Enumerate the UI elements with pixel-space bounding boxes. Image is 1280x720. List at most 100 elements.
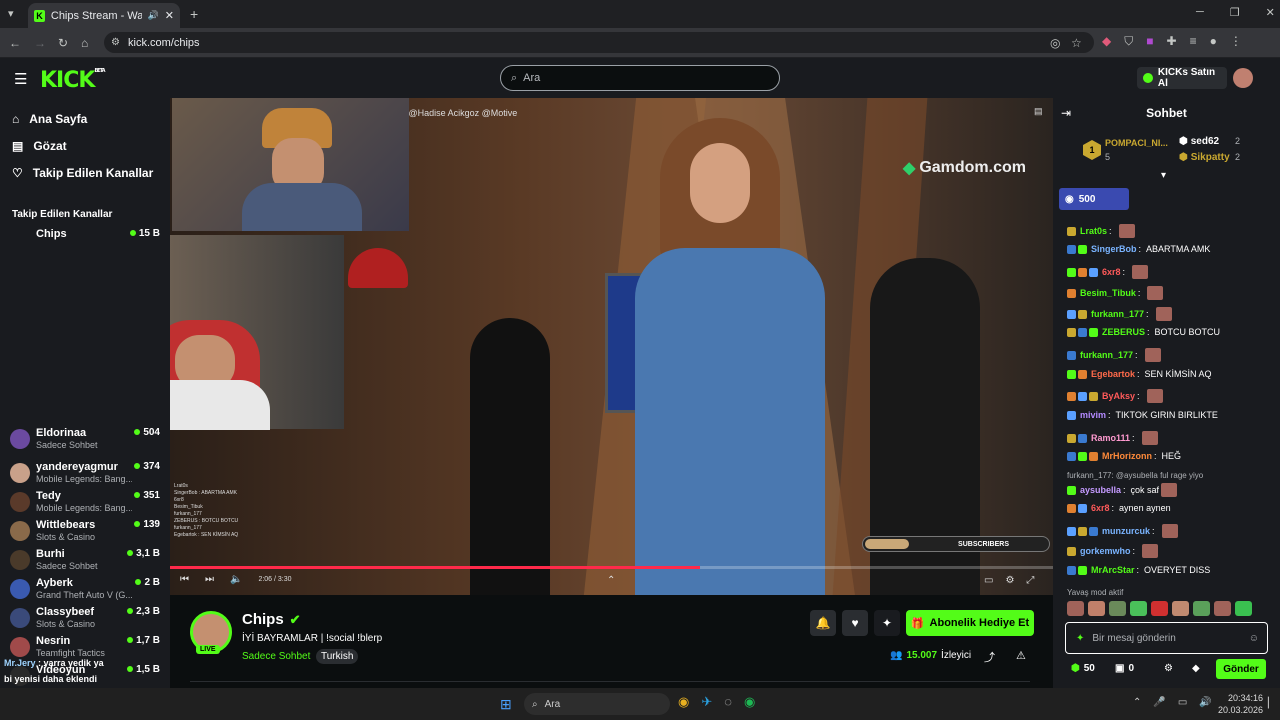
search-input[interactable]: ⌕ Ara [500, 65, 780, 91]
tab-close-icon[interactable]: ✕ [165, 9, 174, 22]
sidebar-channel-item[interactable]: Ayberk Grand Theft Auto V (G... 2 B [10, 577, 160, 606]
settings-icon[interactable]: ⚙ [1005, 575, 1014, 586]
tab-search-icon[interactable]: ▾ [8, 7, 14, 20]
expand-leaders-icon[interactable]: ▾ [1161, 170, 1166, 181]
menu-icon[interactable]: ⋮ [1230, 34, 1242, 49]
taskbar-search[interactable]: ⌕ Ara [524, 693, 670, 715]
forward-icon[interactable]: → [34, 36, 46, 50]
chat-username[interactable]: munzurcuk [1102, 526, 1150, 536]
chat-username[interactable]: furkann_177 [1080, 350, 1133, 360]
emote-icon[interactable] [1235, 601, 1252, 616]
emote-icon[interactable] [1109, 601, 1126, 616]
nav-home[interactable]: ⌂ Ana Sayfa [12, 112, 87, 126]
minimize-icon[interactable]: ─ [1196, 6, 1204, 19]
hamburger-menu-icon[interactable]: ☰ [14, 70, 27, 88]
chat-username[interactable]: Egebartok [1091, 369, 1135, 379]
gift-subscription-button[interactable]: 🎁 Abonelik Hediye Et [906, 610, 1034, 636]
emote-icon[interactable] [1193, 601, 1210, 616]
previous-icon[interactable]: ⏮ [180, 574, 189, 585]
maximize-icon[interactable]: ❐ [1230, 6, 1240, 19]
emote-icon[interactable] [1151, 601, 1168, 616]
stream-category[interactable]: Sadece Sohbet [242, 651, 310, 662]
chrome-icon[interactable]: ◉ [678, 694, 689, 710]
chat-username[interactable]: MrArcStar [1091, 565, 1135, 575]
kick-logo[interactable]: KICKBETA [40, 68, 106, 93]
kicks-goal-pill[interactable]: ◉ 500 [1059, 188, 1129, 210]
home-icon[interactable]: ⌂ [81, 36, 88, 50]
fullscreen-icon[interactable]: ⤢ [1026, 575, 1034, 586]
chat-username[interactable]: gorkemwho [1080, 546, 1131, 556]
sidebar-channel-item[interactable]: Burhi Sadece Sohbet 3,1 B [10, 548, 160, 577]
shield-icon[interactable]: ⛉ [1124, 34, 1133, 49]
sidebar-channel-chips[interactable]: Chips 15 B [10, 228, 160, 240]
windows-start-icon[interactable]: ⊞ [500, 696, 512, 713]
bookmark-star-icon[interactable]: ☆ [1071, 36, 1082, 50]
clock[interactable]: 20:34:16 20.03.2026 [1218, 692, 1263, 716]
sidebar-channel-item[interactable]: yandereyagmur Mobile Legends: Bang... 37… [10, 461, 160, 490]
chat-username[interactable]: ByAksy [1102, 391, 1135, 401]
nav-browse[interactable]: ▤ Gözat [12, 139, 67, 153]
chat-username[interactable]: furkann_177 [1091, 309, 1144, 319]
emote-icon[interactable] [1214, 601, 1231, 616]
emoji-icon[interactable]: ☺ [1249, 633, 1259, 644]
report-icon[interactable]: ⚠ [1016, 649, 1026, 662]
chat-username[interactable]: aysubella [1080, 485, 1121, 495]
send-button[interactable]: Gönder [1216, 659, 1266, 679]
sidebar-channel-item[interactable]: Wittlebears Slots & Casino 139 [10, 519, 160, 548]
subtitles-icon[interactable]: ▭ [984, 575, 993, 586]
browser-tab[interactable]: K Chips Stream - Watch Live 🔊 ✕ [28, 3, 180, 28]
chat-settings-icon[interactable]: ⚙ [1164, 663, 1173, 674]
leader-name[interactable]: POMPACI_NI... [1105, 138, 1168, 148]
profile-icon[interactable]: ● [1210, 34, 1217, 49]
speaker-icon[interactable]: 🔊 [1199, 697, 1211, 708]
reload-icon[interactable]: ↻ [58, 36, 68, 50]
microphone-icon[interactable]: 🎤 [1153, 697, 1165, 708]
spotify-icon[interactable]: ◉ [744, 694, 755, 710]
sidebar-channel-item[interactable]: Classybeef Slots & Casino 2,3 B [10, 606, 160, 635]
emote-icon[interactable] [1088, 601, 1105, 616]
back-icon[interactable]: ← [9, 36, 21, 50]
chat-username[interactable]: MrHorizonn [1102, 451, 1152, 461]
notifications-icon[interactable]: ▏ [1268, 698, 1276, 709]
channel-name[interactable]: Chips [242, 611, 284, 628]
video-progress-track[interactable] [170, 566, 1053, 569]
nav-following[interactable]: ♡ Takip Edilen Kanallar [12, 166, 153, 180]
chat-username[interactable]: ZEBERUS [1102, 327, 1145, 337]
chat-username[interactable]: 6xr8 [1102, 267, 1121, 277]
chat-username[interactable]: 6xr8 [1091, 503, 1110, 513]
sparkle-button[interactable]: ✦ [874, 610, 900, 636]
emote-icon[interactable] [1172, 601, 1189, 616]
app-icon[interactable]: ◌ [724, 694, 732, 710]
audio-icon[interactable]: 🔊 [148, 10, 159, 21]
video-player[interactable]: ◆ Gamdom.com er @Hadise Acikgoz @Motive ▤… [170, 98, 1053, 595]
volume-icon[interactable]: 🔈 [230, 574, 242, 585]
chat-username[interactable]: Ramo111 [1091, 433, 1130, 443]
media-icon[interactable]: ≡ [1190, 34, 1197, 49]
chat-input[interactable]: ✦ Bir mesaj gönderin ☺ [1065, 622, 1268, 654]
follow-button[interactable]: ♥ [842, 610, 868, 636]
url-bar[interactable]: kick.com/chips [104, 32, 1094, 53]
emote-icon[interactable] [1067, 601, 1084, 616]
kicks-shop-icon[interactable]: ◆ [1192, 663, 1200, 674]
leader-name[interactable]: sed62 [1191, 136, 1219, 147]
chat-username[interactable]: mivim [1080, 410, 1106, 420]
extension-icon[interactable]: ◆ [1102, 34, 1111, 49]
user-avatar[interactable] [1233, 68, 1253, 88]
leader-name[interactable]: Sikpatty [1191, 152, 1230, 163]
tray-chevron-icon[interactable]: ⌃ [1133, 697, 1141, 708]
site-info-icon[interactable]: ⚙ [111, 37, 120, 48]
eye-off-icon[interactable]: ◎ [1050, 36, 1060, 50]
share-icon[interactable]: ⤴ [984, 649, 995, 665]
extension-icon[interactable]: ■ [1146, 34, 1153, 49]
sidebar-channel-item[interactable]: Tedy Mobile Legends: Bang... 351 [10, 490, 160, 519]
next-icon[interactable]: ⏭ [205, 574, 214, 585]
puzzle-icon[interactable]: ✚ [1167, 34, 1177, 49]
chat-username[interactable]: SingerBob [1091, 244, 1137, 254]
chat-username[interactable]: Lrat0s [1080, 226, 1107, 236]
telegram-icon[interactable]: ✈ [701, 694, 712, 710]
buy-kicks-button[interactable]: KICKs Satın Al [1137, 67, 1227, 89]
network-icon[interactable]: ▭ [1178, 697, 1187, 708]
more-icon[interactable]: ▤ [1034, 106, 1043, 117]
notification-bell-button[interactable]: 🔔 [810, 610, 836, 636]
language-tag[interactable]: Turkish [316, 649, 359, 664]
